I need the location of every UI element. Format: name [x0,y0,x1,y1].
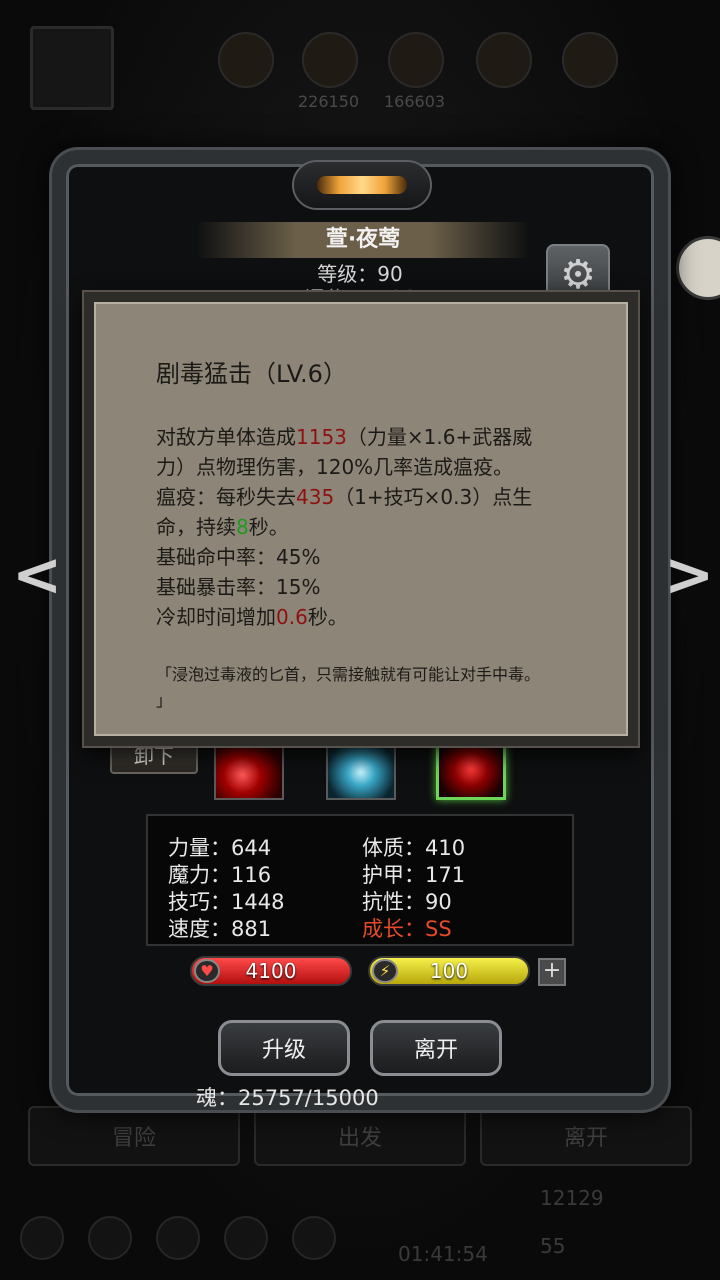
desc-line: 力）点物理伤害，120%几率造成瘟疫。 [156,455,514,479]
energy-bar: 100 ⚡ [368,956,530,986]
stat-armor: 护甲：171 [362,863,466,887]
stat-constitution: 体质：410 [362,836,466,860]
desc-text: 冷却时间增加 [156,605,276,629]
skill-tooltip: 剧毒猛击（LV.6） 对敌方单体造成1153（力量×1.6+武器威 力）点物理伤… [84,292,638,746]
add-energy-button[interactable]: + [538,958,566,986]
stat-speed: 速度：881 [168,917,272,941]
hero-name: 萱·夜莺 [196,222,530,258]
stat-growth: 成长：SS [362,917,452,941]
desc-text: （力量×1.6+武器威 [346,425,533,449]
plague-damage-value: 435 [296,485,335,509]
flavor-line: 「浸泡过毒液的匕首，只需接触就有可能让对手中毒。 [156,665,541,684]
nav-adventure-button[interactable]: 冒险 [28,1106,240,1166]
hit-rate: 基础命中率：45% [156,545,321,569]
gem-count: 55 [540,1234,566,1258]
resource-icon [302,32,358,88]
menu-icon[interactable] [156,1216,200,1260]
desc-line: 冷却时间增加0.6秒。 [156,602,586,632]
desc-line: 命，持续8秒。 [156,512,586,542]
chevron-right-icon[interactable]: > [664,540,714,610]
soul-counter: 魂：25757/15000 [196,1086,379,1110]
crit-rate: 基础暴击率：15% [156,575,321,599]
tooltip-flavor-text: 「浸泡过毒液的匕首，只需接触就有可能让对手中毒。 」 [156,662,602,714]
upgrade-button[interactable]: 升级 [218,1020,350,1076]
desc-text: （1+技巧×0.3）点生 [334,485,533,509]
stats-panel: 力量：644 体质：410 魔力：116 护甲：171 技巧：1448 抗性：9… [146,814,574,946]
leave-button[interactable]: 离开 [370,1020,502,1076]
player-portrait [30,26,114,110]
gold-count: 12129 [540,1186,604,1210]
heart-icon: ♥ [194,959,220,983]
damage-value: 1153 [296,425,347,449]
resource-count: 226150 [298,92,360,111]
resource-icon [476,32,532,88]
menu-icon[interactable] [88,1216,132,1260]
slash-skill-icon [216,740,282,798]
desc-text: 瘟疫：每秒失去 [156,485,296,509]
tooltip-description: 对敌方单体造成1153（力量×1.6+武器威 力）点物理伤害，120%几率造成瘟… [156,422,586,632]
desc-text: 对敌方单体造成 [156,425,296,449]
skill-slot-3-selected[interactable] [436,738,506,800]
menu-icon[interactable] [292,1216,336,1260]
resource-icon [388,32,444,88]
poison-strike-skill-icon [439,741,503,797]
stat-resistance: 抗性：90 [362,890,452,914]
menu-icon[interactable] [20,1216,64,1260]
skill-slot-1[interactable] [214,738,284,800]
resource-icon [218,32,274,88]
resource-icon [562,32,618,88]
hp-bar: 4100 ♥ [190,956,352,986]
moon-emblem-icon [317,176,407,194]
menu-icon[interactable] [224,1216,268,1260]
cooldown-value: 0.6 [276,605,308,629]
flavor-line: 」 [156,691,173,710]
desc-line: 对敌方单体造成1153（力量×1.6+武器威 [156,422,586,452]
chevron-left-icon[interactable]: < [12,540,62,610]
desc-text: 命，持续 [156,515,236,539]
desc-line: 瘟疫：每秒失去435（1+技巧×0.3）点生 [156,482,586,512]
nav-depart-button[interactable]: 出发 [254,1106,466,1166]
resource-count: 166603 [384,92,446,111]
desc-text: 秒。 [248,515,289,539]
panel-ornament [292,160,432,210]
ice-slash-skill-icon [328,740,394,798]
stat-skill: 技巧：1448 [168,890,285,914]
skill-slot-2[interactable] [326,738,396,800]
stat-magic: 魔力：116 [168,863,272,887]
tooltip-title: 剧毒猛击（LV.6） [156,360,347,388]
lightning-icon: ⚡ [372,959,398,983]
desc-text: 秒。 [307,605,348,629]
stat-strength: 力量：644 [168,836,272,860]
nav-leave-button[interactable]: 离开 [480,1106,692,1166]
duration-value: 8 [236,515,249,539]
timer: 01:41:54 [398,1242,488,1266]
